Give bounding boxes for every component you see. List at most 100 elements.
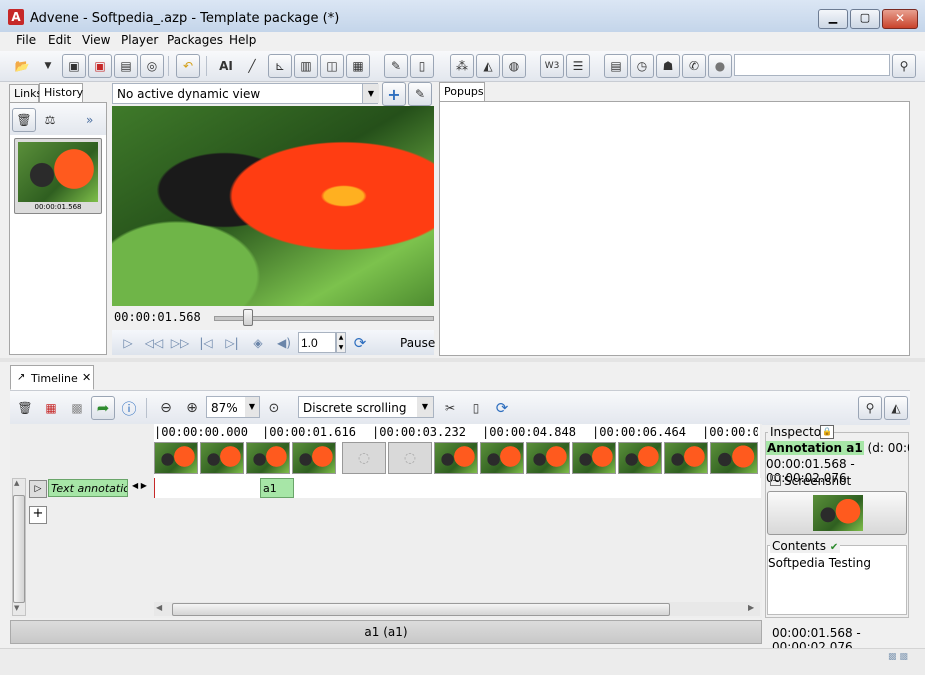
annotation-type-nav-icon[interactable]: ◀ ▶ <box>132 481 147 490</box>
edit-note-icon[interactable]: ✎ <box>384 54 408 78</box>
more-icon[interactable]: » <box>86 113 93 127</box>
timeline-frame-thumbnail[interactable] <box>154 442 198 474</box>
timeline-frame-thumbnail[interactable] <box>480 442 524 474</box>
zoom-in-icon[interactable]: ⊕ <box>180 396 204 420</box>
annotation-a1[interactable]: a1 <box>260 478 294 498</box>
close-button[interactable]: ✕ <box>882 9 918 29</box>
undo-icon[interactable]: ↶ <box>176 54 200 78</box>
tree-view-icon[interactable]: ⁂ <box>450 54 474 78</box>
volume-icon[interactable]: ◀) <box>274 334 294 352</box>
rate-stepper[interactable]: ▲ ▼ <box>336 332 346 353</box>
timeline-notes-icon[interactable]: ▯ <box>464 396 488 420</box>
timeline-frame-thumbnail[interactable] <box>200 442 244 474</box>
scroll-up-icon[interactable]: ▲ <box>14 479 19 487</box>
timeline-vertical-thumb[interactable] <box>13 495 25 603</box>
zoom-out-icon[interactable]: ⊖ <box>154 396 178 420</box>
inspector-annotation-name[interactable]: Annotation a1 <box>766 441 864 455</box>
list-view-icon[interactable]: ☰ <box>566 54 590 78</box>
fullscreen-icon[interactable]: ◈ <box>248 334 268 352</box>
timeline-frame-thumbnail[interactable] <box>434 442 478 474</box>
zoom-fit-icon[interactable]: ⊙ <box>262 396 286 420</box>
timeline-frame-thumbnail[interactable] <box>292 442 336 474</box>
timeline-info-icon[interactable]: ⓘ <box>117 396 141 420</box>
view-selector-dropdown-icon[interactable]: ▼ <box>362 84 379 103</box>
open-video-icon[interactable]: ▤ <box>114 54 138 78</box>
timeline-frame-placeholder[interactable]: ◌ <box>342 442 386 474</box>
web-icon[interactable]: W3 <box>540 54 564 78</box>
scroll-right-icon[interactable]: ▶ <box>748 603 754 612</box>
history-snapshot[interactable]: 00:00:01.568 <box>14 138 102 214</box>
timeline-annotation-icon[interactable]: ▦ <box>39 396 63 420</box>
browser-view-icon[interactable]: ▦ <box>346 54 370 78</box>
tab-popups[interactable]: Popups <box>439 82 485 102</box>
inspector-lock-icon[interactable]: 🔒 <box>820 425 834 439</box>
close-timeline-icon[interactable]: ✕ <box>82 371 91 384</box>
tab-links[interactable]: Links <box>9 84 42 103</box>
timeline-vertical-scrollbar[interactable]: ▲ ▼ <box>12 478 26 616</box>
footprint-icon[interactable]: ☗ <box>656 54 680 78</box>
timeline-frame-thumbnail[interactable] <box>526 442 570 474</box>
timeline-refresh-icon[interactable]: ⟳ <box>490 396 514 420</box>
timeline-horizontal-thumb[interactable] <box>172 603 670 616</box>
view-selector[interactable]: No active dynamic view <box>112 83 378 104</box>
timeline-goto-icon[interactable]: ➦ <box>91 396 115 420</box>
timeline-search-icon[interactable]: ⚲ <box>858 396 882 420</box>
search-icon[interactable]: ⚲ <box>892 54 916 78</box>
menu-view[interactable]: View <box>82 33 110 47</box>
timeline-frame-placeholder[interactable]: ◌ <box>388 442 432 474</box>
split-view-icon[interactable]: ◫ <box>320 54 344 78</box>
contents-editor[interactable]: Softpedia Testing <box>768 556 904 570</box>
scroll-mode-select[interactable]: Discrete scrolling ▼ <box>298 396 434 418</box>
timeline-montage-icon[interactable]: ◭ <box>884 396 908 420</box>
zoom-select[interactable]: 87% ▼ <box>206 396 260 418</box>
book-icon[interactable]: ▯ <box>410 54 434 78</box>
trash-icon[interactable]: 🗑 <box>12 108 36 132</box>
menu-file[interactable]: File <box>16 33 36 47</box>
montage-icon[interactable]: ◭ <box>476 54 500 78</box>
menu-packages[interactable]: Packages <box>167 33 223 47</box>
screenshot-collapse-icon[interactable]: − <box>770 475 781 486</box>
rewind-icon[interactable]: ◁◁ <box>144 334 164 352</box>
resize-grip-icon[interactable]: ▩ ▩ <box>888 652 908 662</box>
menu-player[interactable]: Player <box>121 33 158 47</box>
open-dropdown-icon[interactable]: ▼ <box>36 54 60 78</box>
open-folder-icon[interactable]: 📂 <box>10 54 34 78</box>
pane-divider[interactable] <box>0 358 925 362</box>
text-tool-icon[interactable]: AI <box>214 54 238 78</box>
timeline-frame-thumbnail[interactable] <box>618 442 662 474</box>
maximize-button[interactable]: ▢ <box>850 9 880 29</box>
play-icon[interactable]: ▷ <box>118 334 138 352</box>
seek-handle[interactable] <box>243 309 253 326</box>
next-icon[interactable]: ▷| <box>222 334 242 352</box>
timeline-trash-icon[interactable]: 🗑 <box>13 396 37 420</box>
timeline-frame-thumbnail[interactable] <box>664 442 708 474</box>
timeline-tools-icon[interactable]: ✂ <box>438 396 462 420</box>
refresh-icon[interactable]: ⟳ <box>350 334 370 352</box>
annotation-type-label[interactable]: Text annotation <box>48 479 128 497</box>
menu-edit[interactable]: Edit <box>48 33 71 47</box>
record-icon[interactable]: ● <box>708 54 732 78</box>
scroll-left-icon[interactable]: ◀ <box>156 603 162 612</box>
timeline-frame-thumbnail[interactable] <box>246 442 290 474</box>
menu-help[interactable]: Help <box>229 33 256 47</box>
schema-icon[interactable]: ▤ <box>604 54 628 78</box>
annotation-type-play-icon[interactable]: ▷ <box>29 480 47 498</box>
save-as-icon[interactable]: ▣ <box>88 54 112 78</box>
add-view-icon[interactable]: + <box>382 82 406 106</box>
timeline-frame-thumbnail[interactable] <box>710 442 758 474</box>
sync-icon[interactable]: ✆ <box>682 54 706 78</box>
pen-icon[interactable]: ╱ <box>240 54 264 78</box>
clock-icon[interactable]: ◷ <box>630 54 654 78</box>
dvd-icon[interactable]: ◎ <box>140 54 164 78</box>
scroll-down-icon[interactable]: ▼ <box>14 604 19 612</box>
timeline-grid-icon[interactable]: ▩ <box>65 396 89 420</box>
balance-icon[interactable]: ⚖ <box>38 108 62 132</box>
previous-icon[interactable]: |◁ <box>196 334 216 352</box>
table-view-icon[interactable]: ▥ <box>294 54 318 78</box>
search-input[interactable] <box>734 54 890 76</box>
edit-view-icon[interactable]: ✎ <box>408 82 432 106</box>
playback-rate-input[interactable] <box>298 332 336 353</box>
add-annotation-type-button[interactable]: + <box>29 506 47 524</box>
transcription-icon[interactable]: ◍ <box>502 54 526 78</box>
chart-view-icon[interactable]: ⊾ <box>268 54 292 78</box>
